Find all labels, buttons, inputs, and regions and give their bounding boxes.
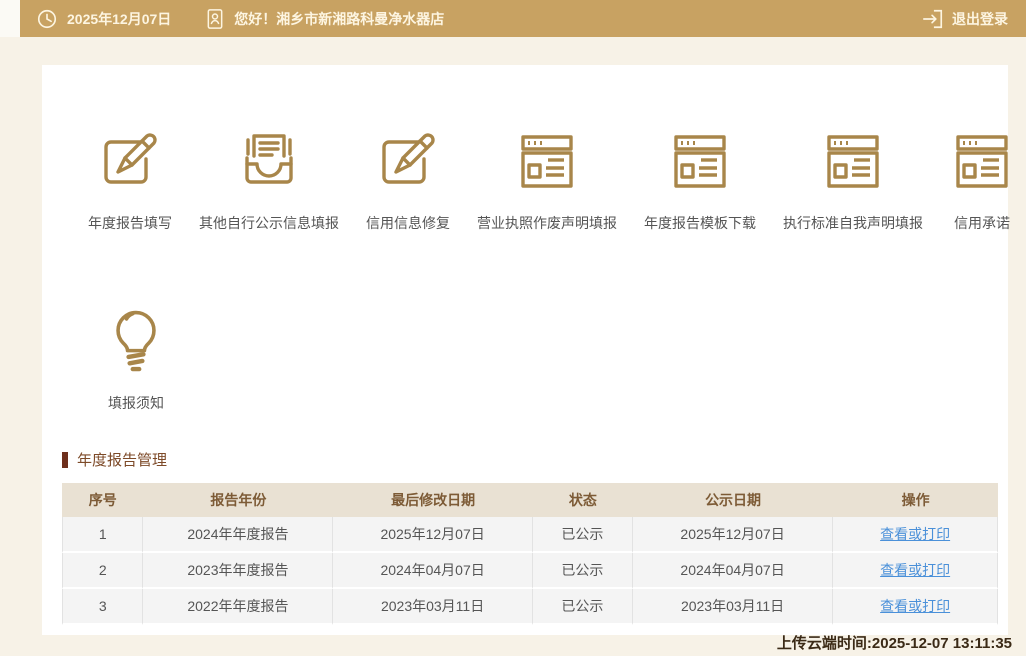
menu-item-label: 信用信息修复: [366, 213, 450, 233]
table-row: 2 2023年年度报告 2024年04月07日 已公示 2024年04月07日 …: [62, 553, 998, 589]
annual-report-section: 年度报告管理 序号 报告年份 最后修改日期 状态 公示日期 操作 1: [62, 449, 998, 625]
table-row: 1 2024年年度报告 2025年12月07日 已公示 2025年12月07日 …: [62, 517, 998, 553]
logout-label: 退出登录: [952, 9, 1008, 29]
user-badge-icon: [205, 8, 225, 30]
col-header-modified: 最后修改日期: [333, 483, 532, 517]
menu-item-credit-repair[interactable]: 信用信息修复: [366, 127, 450, 233]
main-panel: 年度报告填写 其他自行公示信息填报: [42, 65, 1008, 635]
menu-row-1: 年度报告填写 其他自行公示信息填报: [42, 65, 1008, 233]
browser-window-icon: [950, 127, 1014, 197]
logout-icon: [922, 8, 944, 30]
cell-publish-date: 2024年04月07日: [633, 553, 833, 589]
menu-item-filing-notice[interactable]: 填报须知: [88, 301, 184, 413]
view-or-print-link[interactable]: 查看或打印: [880, 562, 950, 578]
cell-status: 已公示: [533, 553, 633, 589]
topbar-date: 2025年12月07日: [67, 9, 171, 29]
browser-window-icon: [515, 127, 579, 197]
topbar-greeting: 您好！湘乡市新湘路科曼净水器店: [234, 9, 444, 29]
cell-publish-date: 2023年03月11日: [633, 589, 833, 625]
light-bulb-icon: [102, 301, 170, 377]
menu-item-annual-report-fill[interactable]: 年度报告填写: [88, 127, 172, 233]
clock-icon: [36, 8, 58, 30]
menu-item-license-void-declare[interactable]: 营业执照作废声明填报: [477, 127, 617, 233]
topbar-date-group: 2025年12月07日: [36, 8, 171, 30]
menu-item-label: 其他自行公示信息填报: [199, 213, 339, 233]
view-or-print-link[interactable]: 查看或打印: [880, 526, 950, 542]
section-title-bar: [62, 452, 68, 468]
menu-item-report-template-download[interactable]: 年度报告模板下载: [644, 127, 756, 233]
menu-item-label: 执行标准自我声明填报: [783, 213, 923, 233]
section-title-text: 年度报告管理: [77, 449, 167, 470]
menu-item-label: 年度报告模板下载: [644, 213, 756, 233]
table-header-row: 序号 报告年份 最后修改日期 状态 公示日期 操作: [62, 483, 998, 517]
cell-seq: 2: [62, 553, 143, 589]
col-header-year: 报告年份: [143, 483, 333, 517]
inbox-document-icon: [237, 127, 301, 197]
page-corner: [0, 0, 20, 37]
col-header-seq: 序号: [62, 483, 143, 517]
topbar: 2025年12月07日 您好！湘乡市新湘路科曼净水器店 退出登录: [20, 0, 1026, 37]
cell-publish-date: 2025年12月07日: [633, 517, 833, 553]
cell-seq: 3: [62, 589, 143, 625]
cell-modified: 2023年03月11日: [333, 589, 532, 625]
cell-year: 2022年年度报告: [143, 589, 333, 625]
view-or-print-link[interactable]: 查看或打印: [880, 598, 950, 614]
upload-timestamp: 上传云端时间:2025-12-07 13:11:35: [777, 632, 1012, 653]
cell-year: 2024年年度报告: [143, 517, 333, 553]
pencil-box-icon: [98, 127, 162, 197]
cell-modified: 2025年12月07日: [333, 517, 532, 553]
cell-modified: 2024年04月07日: [333, 553, 532, 589]
cell-status: 已公示: [533, 589, 633, 625]
col-header-status: 状态: [533, 483, 633, 517]
col-header-publish-date: 公示日期: [633, 483, 833, 517]
menu-item-standard-self-declare[interactable]: 执行标准自我声明填报: [783, 127, 923, 233]
menu-item-label: 填报须知: [108, 393, 164, 413]
cell-year: 2023年年度报告: [143, 553, 333, 589]
pencil-box-icon: [376, 127, 440, 197]
browser-window-icon: [821, 127, 885, 197]
annual-report-table: 序号 报告年份 最后修改日期 状态 公示日期 操作 1 2024年年度报告 20…: [62, 483, 998, 625]
cell-status: 已公示: [533, 517, 633, 553]
section-title: 年度报告管理: [62, 449, 998, 470]
col-header-action: 操作: [833, 483, 998, 517]
menu-item-label: 年度报告填写: [88, 213, 172, 233]
cell-seq: 1: [62, 517, 143, 553]
menu-item-credit-commitment[interactable]: 信用承诺: [950, 127, 1014, 233]
logout-button[interactable]: 退出登录: [922, 8, 1008, 30]
menu-row-2: 填报须知: [42, 233, 1008, 413]
menu-item-label: 信用承诺: [954, 213, 1010, 233]
topbar-user-group: 您好！湘乡市新湘路科曼净水器店: [205, 8, 444, 30]
menu-item-label: 营业执照作废声明填报: [477, 213, 617, 233]
table-row: 3 2022年年度报告 2023年03月11日 已公示 2023年03月11日 …: [62, 589, 998, 625]
menu-item-other-public-info[interactable]: 其他自行公示信息填报: [199, 127, 339, 233]
browser-window-icon: [668, 127, 732, 197]
